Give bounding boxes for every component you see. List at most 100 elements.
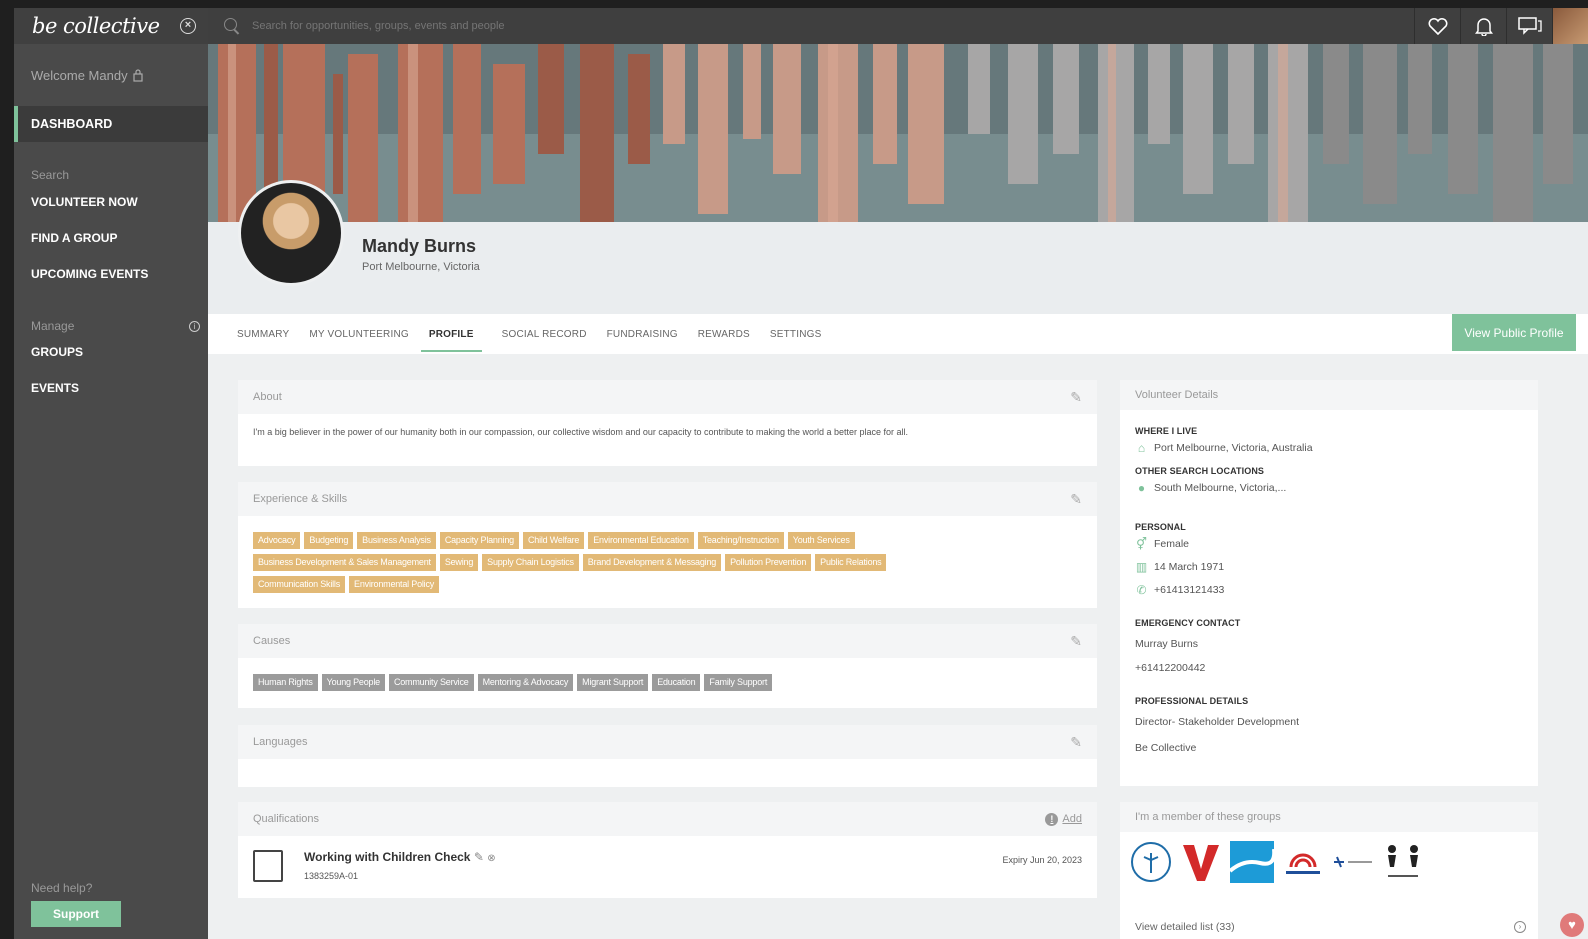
close-sidebar-icon[interactable]: ×	[180, 18, 196, 34]
chat-icon[interactable]	[1506, 8, 1552, 44]
cover-banner	[208, 44, 1588, 222]
user-avatar-icon[interactable]	[1552, 8, 1588, 44]
cause-tag: Migrant Support	[577, 674, 649, 691]
edit-about-icon[interactable]: ✎	[1070, 389, 1082, 406]
need-help-label: Need help?	[31, 881, 93, 895]
group-logo-v[interactable]	[1180, 840, 1222, 884]
sidebar: be collective × Welcome Mandy DASHBOARD …	[14, 8, 208, 939]
group-logo-palm[interactable]	[1130, 840, 1172, 884]
group-logo-small[interactable]	[1332, 840, 1374, 884]
volunteer-details-card: Volunteer Details WHERE I LIVE ⌂ Port Mel…	[1120, 380, 1538, 786]
delete-qualification-icon[interactable]: ⊗	[487, 853, 495, 864]
nav-volunteer-now[interactable]: VOLUNTEER NOW	[14, 184, 208, 220]
causes-tags: Human Rights Young People Community Serv…	[238, 658, 938, 691]
welcome-text: Welcome Mandy	[31, 67, 128, 83]
tab-social-record[interactable]: SOCIAL RECORD	[502, 314, 587, 354]
job-title: Director- Stakeholder Development	[1135, 716, 1299, 728]
group-logos	[1120, 832, 1538, 892]
causes-card: Causes ✎ Human Rights Young People Commun…	[238, 624, 1097, 708]
skill-tag: Supply Chain Logistics	[482, 554, 579, 571]
profile-tabs: SUMMARY MY VOLUNTEERING PROFILE SOCIAL R…	[208, 314, 1588, 354]
next-arrow-icon[interactable]: ›	[1514, 921, 1526, 933]
add-qualification-link[interactable]: ! Add	[1045, 812, 1082, 826]
add-label[interactable]: Add	[1062, 813, 1082, 825]
manage-section-label: Manage	[31, 319, 75, 333]
heart-icon[interactable]	[1414, 8, 1460, 44]
bell-icon[interactable]	[1460, 8, 1506, 44]
map-pin-icon: ●	[1137, 480, 1146, 495]
view-detailed-list-link[interactable]: View detailed list (33)	[1135, 921, 1235, 933]
skill-tag: Business Development & Sales Management	[253, 554, 436, 571]
where-value: ⌂ Port Melbourne, Victoria, Australia	[1135, 440, 1523, 455]
profile-location: Port Melbourne, Victoria	[362, 261, 480, 273]
languages-header: Languages ✎	[238, 725, 1097, 759]
logo-row: be collective ×	[14, 8, 208, 44]
tab-fundraising[interactable]: FUNDRAISING	[607, 314, 678, 354]
professional-label: PROFESSIONAL DETAILS	[1135, 696, 1249, 706]
volunteer-details-header: Volunteer Details	[1120, 380, 1538, 410]
groups-title: I'm a member of these groups	[1135, 811, 1281, 823]
search-input[interactable]	[252, 20, 1414, 32]
tab-settings[interactable]: SETTINGS	[770, 314, 822, 354]
home-icon: ⌂	[1137, 440, 1146, 455]
causes-header: Causes ✎	[238, 624, 1097, 658]
edit-skills-icon[interactable]: ✎	[1070, 491, 1082, 508]
tab-profile[interactable]: PROFILE	[420, 314, 482, 354]
edit-languages-icon[interactable]: ✎	[1070, 734, 1082, 751]
skill-tag: Communication Skills	[253, 576, 346, 593]
cause-tag: Education	[652, 674, 701, 691]
phone-text: +61413121433	[1154, 583, 1225, 596]
about-header: About ✎	[238, 380, 1097, 414]
skill-tag: Public Relations	[815, 554, 887, 571]
group-logo-wave[interactable]	[1230, 840, 1274, 884]
skill-tag: Child Welfare	[522, 532, 585, 549]
tab-rewards[interactable]: REWARDS	[698, 314, 750, 354]
about-title: About	[253, 391, 282, 403]
app-frame: be collective × Welcome Mandy DASHBOARD …	[14, 8, 1588, 939]
qualifications-card: Qualifications ! Add Working with Childre…	[238, 802, 1097, 898]
about-text: I'm a big believer in the power of our h…	[253, 427, 909, 437]
skill-tag: Capacity Planning	[439, 532, 519, 549]
group-logo-people[interactable]	[1382, 840, 1424, 884]
languages-title: Languages	[253, 736, 308, 748]
skill-tag: Advocacy	[253, 532, 301, 549]
emergency-label: EMERGENCY CONTACT	[1135, 618, 1241, 628]
skill-tag: Teaching/Instruction	[697, 532, 784, 549]
emergency-name: Murray Burns	[1135, 638, 1199, 650]
group-logo-port-melbourne[interactable]	[1282, 840, 1324, 884]
skills-tags: Advocacy Budgeting Business Analysis Cap…	[238, 516, 938, 593]
nav-find-group[interactable]: FIND A GROUP	[14, 220, 208, 256]
tab-my-volunteering[interactable]: MY VOLUNTEERING	[309, 314, 409, 354]
profile-name: Mandy Burns	[362, 236, 477, 256]
logo[interactable]: be collective	[32, 14, 160, 38]
other-locations-label: OTHER SEARCH LOCATIONS	[1135, 466, 1265, 476]
info-icon: !	[1045, 812, 1059, 826]
skills-card: Experience & Skills ✎ Advocacy Budgeting …	[238, 482, 1097, 608]
skills-title: Experience & Skills	[253, 493, 348, 505]
manage-info-icon[interactable]: i	[189, 320, 200, 332]
emergency-phone: +61412200442	[1135, 662, 1206, 674]
edit-qualification-icon[interactable]: ✎	[474, 850, 484, 864]
skill-tag: Environmental Education	[588, 532, 694, 549]
edit-causes-icon[interactable]: ✎	[1070, 633, 1082, 650]
nav-events[interactable]: EVENTS	[14, 370, 208, 406]
nav-groups[interactable]: GROUPS	[14, 334, 208, 370]
search-icon	[224, 18, 240, 34]
groups-card: I'm a member of these groups View detail…	[1120, 802, 1538, 939]
profile-avatar[interactable]	[238, 180, 344, 286]
skill-tag: Budgeting	[304, 532, 354, 549]
certificate-icon	[253, 850, 283, 882]
where-label: WHERE I LIVE	[1135, 426, 1198, 436]
support-button[interactable]: Support	[31, 901, 121, 927]
phone-value: ✆ +61413121433	[1135, 583, 1523, 597]
languages-card: Languages ✎	[238, 725, 1097, 787]
nav-dashboard[interactable]: DASHBOARD	[14, 106, 208, 142]
tab-summary[interactable]: SUMMARY	[237, 314, 289, 354]
manage-section: Manage i	[14, 318, 208, 334]
favorite-heart-icon[interactable]: ♥	[1560, 913, 1584, 937]
view-public-profile-button[interactable]: View Public Profile	[1452, 314, 1576, 351]
nav-upcoming-events[interactable]: UPCOMING EVENTS	[14, 256, 208, 292]
search-section-label: Search	[31, 168, 70, 182]
qualifications-title: Qualifications	[253, 813, 320, 825]
skill-tag: Youth Services	[787, 532, 855, 549]
